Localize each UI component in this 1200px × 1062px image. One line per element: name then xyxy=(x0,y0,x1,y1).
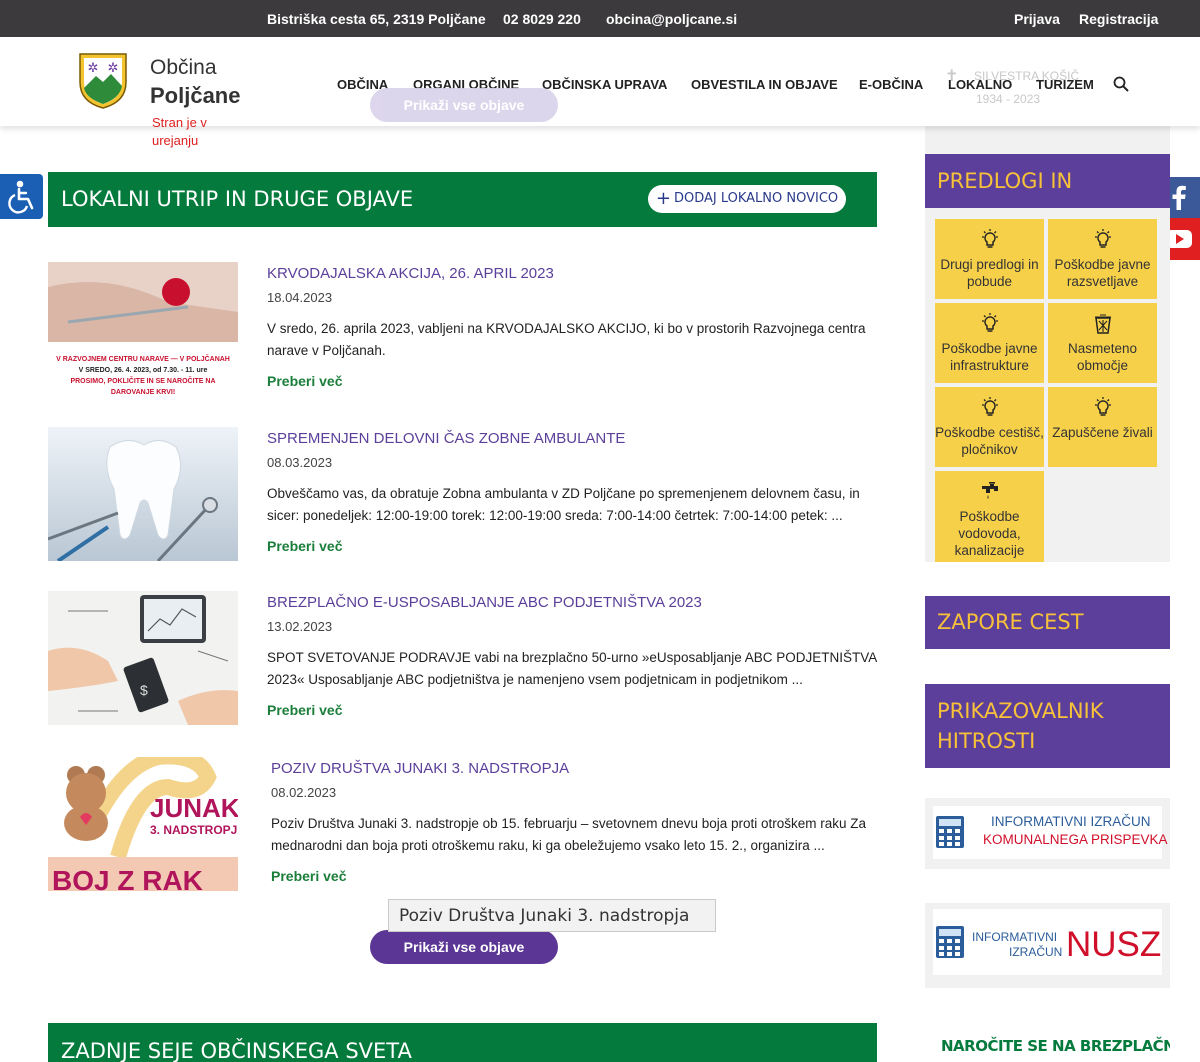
business-sketch-image: $ xyxy=(48,591,238,725)
news-title[interactable]: BREZPLAČNO E-USPOSABLJANJE ABC PODJETNIŠ… xyxy=(267,594,702,611)
calculator-icon xyxy=(936,816,964,848)
trash-bin-icon xyxy=(1094,314,1111,334)
brand-line-1[interactable]: Občina xyxy=(150,56,217,80)
nav-obvestila-in-objave[interactable]: OBVESTILA IN OBJAVE xyxy=(691,77,838,92)
news-title[interactable]: SPREMENJEN DELOVNI ČAS ZOBNE AMBULANTE xyxy=(267,430,625,447)
nav-e-obcina[interactable]: E-OBČINA xyxy=(859,77,923,92)
nusz-calculator-banner[interactable]: INFORMATIVNI IZRAČUN NUSZ xyxy=(925,903,1170,988)
news-excerpt: Obveščamo vas, da obratuje Zobna ambulan… xyxy=(267,486,860,523)
address-text: Bistriška cesta 65, 2319 Poljčane xyxy=(267,11,486,27)
ghost-show-all-button: Prikaži vse objave xyxy=(370,88,558,122)
ghost-obituary: ✝ SILVESTRA KOŠIČ 1934 - 2023 xyxy=(945,68,1080,106)
tile-abandoned-animals[interactable]: Zapuščene živali xyxy=(1048,387,1157,467)
news-item: JUNAK 3. NADSTROPJA BOJ Z RAK POZIV DRUŠ… xyxy=(48,757,888,893)
accessibility-button[interactable] xyxy=(0,174,43,219)
lightbulb-icon xyxy=(981,229,998,248)
show-all-posts-button[interactable]: Prikaži vse objave xyxy=(370,930,558,964)
news-title[interactable]: POZIV DRUŠTVA JUNAKI 3. NADSTROPJA xyxy=(271,760,569,777)
login-link[interactable]: Prijava xyxy=(1014,11,1060,27)
lightbulb-icon xyxy=(1094,397,1111,416)
register-link[interactable]: Registracija xyxy=(1079,11,1158,27)
read-more-link[interactable]: Preberi več xyxy=(271,868,347,884)
nav-obcinska-uprava[interactable]: OBČINSKA UPRAVA xyxy=(542,77,667,92)
municipality-crest-icon[interactable]: ✲ ✲ xyxy=(78,52,128,110)
svg-text:✲: ✲ xyxy=(88,60,99,75)
lightbulb-icon xyxy=(981,313,998,332)
tile-littered-area[interactable]: Nasmeteno območje xyxy=(1048,303,1157,383)
news-date: 18.04.2023 xyxy=(267,290,333,305)
news-title[interactable]: KRVODAJALSKA AKCIJA, 26. APRIL 2023 xyxy=(267,265,554,282)
speed-display-link[interactable]: PRIKAZOVALNIK HITROSTI xyxy=(925,684,1170,768)
council-sessions-header: ZADNJE SEJE OBČINSKEGA SVETA xyxy=(48,1023,877,1062)
junaki-thumbnail[interactable]: JUNAK 3. NADSTROPJA BOJ Z RAK xyxy=(48,757,238,891)
road-closures-link[interactable]: ZAPORE CEST xyxy=(925,596,1170,649)
tooth-image xyxy=(48,427,238,561)
wheelchair-icon xyxy=(8,180,34,214)
under-construction-notice: Stran je v urejanju xyxy=(152,115,207,148)
lightbulb-icon xyxy=(1094,229,1111,248)
read-more-link[interactable]: Preberi več xyxy=(267,373,343,389)
news-date: 08.02.2023 xyxy=(271,785,337,800)
newsletter-banner[interactable]: NAROČITE SE NA BREZPLAČNA xyxy=(925,1023,1170,1062)
news-excerpt: SPOT SVETOVANJE PODRAVJE vabi na brezpla… xyxy=(267,650,877,687)
news-excerpt: Poziv Društva Junaki 3. nadstropje ob 15… xyxy=(271,816,867,853)
email-link[interactable]: obcina@poljcane.si xyxy=(606,11,737,27)
dental-thumbnail[interactable] xyxy=(48,427,238,561)
business-training-thumbnail[interactable]: $ xyxy=(48,591,238,725)
news-date: 08.03.2023 xyxy=(267,455,333,470)
brand-line-2[interactable]: Poljčane xyxy=(150,83,240,109)
local-news-header: LOKALNI UTRIP IN DRUGE OBJAVE + DODAJ LOK… xyxy=(48,172,877,227)
section-title: ZADNJE SEJE OBČINSKEGA SVETA xyxy=(61,1039,412,1062)
read-more-link[interactable]: Preberi več xyxy=(267,538,343,554)
news-date: 13.02.2023 xyxy=(267,619,333,634)
tile-water-sewage[interactable]: Poškodbe vodovoda, kanalizacije xyxy=(935,471,1044,562)
lightbulb-icon xyxy=(981,397,998,416)
news-excerpt: V sredo, 26. aprila 2023, vabljeni na KR… xyxy=(267,321,866,358)
communal-contribution-calculator-banner[interactable]: INFORMATIVNI IZRAČUN KOMUNALNEGA PRISPEV… xyxy=(925,798,1170,869)
news-item: SPREMENJEN DELOVNI ČAS ZOBNE AMBULANTE 0… xyxy=(48,427,888,563)
blood-donation-thumbnail[interactable]: V RAZVOJNEM CENTRU NARAVE — V POLJČANAH … xyxy=(48,262,238,396)
svg-text:✲: ✲ xyxy=(108,60,119,75)
tooltip: Poziv Društva Junaki 3. nadstropja xyxy=(388,899,716,932)
water-tap-icon xyxy=(981,482,998,499)
proposals-header[interactable]: PREDLOGI IN POBUDE xyxy=(925,154,1170,247)
tile-other-proposals[interactable]: Drugi predlogi in pobude xyxy=(935,219,1044,299)
read-more-link[interactable]: Preberi več xyxy=(267,702,343,718)
phone-link[interactable]: 02 8029 220 xyxy=(503,11,581,27)
svg-text:$: $ xyxy=(140,682,148,698)
cross-icon: ✝ xyxy=(945,68,959,85)
tile-public-infrastructure[interactable]: Poškodbe javne infrastrukture xyxy=(935,303,1044,383)
calculator-icon xyxy=(936,926,964,958)
news-item: $ BREZPLAČNO E-USPOSABLJANJE ABC PODJETN… xyxy=(48,591,888,727)
plus-icon: + xyxy=(655,188,671,209)
add-local-news-button[interactable]: + DODAJ LOKALNO NOVICO xyxy=(648,185,846,213)
tile-street-lighting[interactable]: Poškodbe javne razsvetljave xyxy=(1048,219,1157,299)
top-contact-bar: Bistriška cesta 65, 2319 Poljčane 02 802… xyxy=(0,0,1200,37)
section-title: LOKALNI UTRIP IN DRUGE OBJAVE xyxy=(61,187,414,211)
tile-road-damage[interactable]: Poškodbe cestišč, pločnikov xyxy=(935,387,1044,467)
news-item: V RAZVOJNEM CENTRU NARAVE — V POLJČANAH … xyxy=(48,262,888,398)
